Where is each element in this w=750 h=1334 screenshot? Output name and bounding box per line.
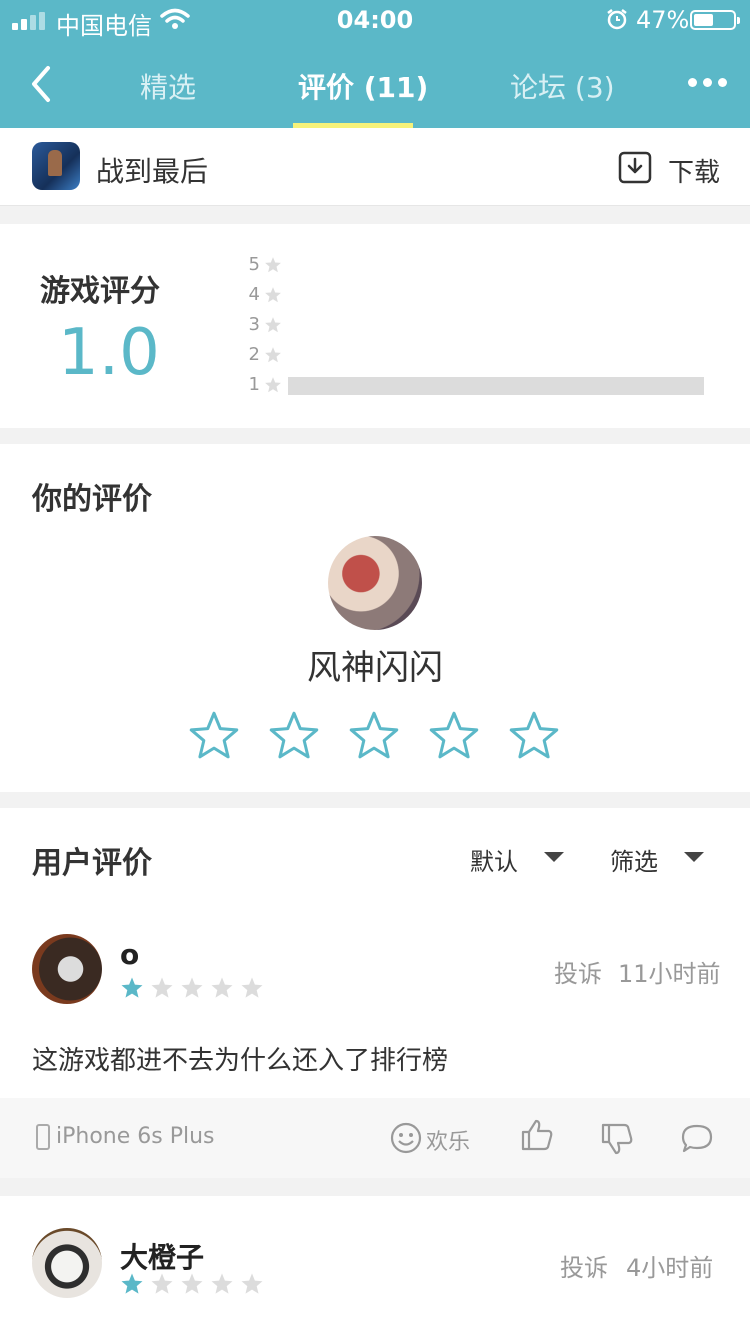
star-icon bbox=[121, 1273, 143, 1294]
reviewer-name[interactable]: 大橙子 bbox=[120, 1236, 204, 1276]
reviewer-name[interactable]: o bbox=[120, 938, 139, 971]
filter-dropdown[interactable]: 筛选 bbox=[610, 842, 658, 877]
more-icon[interactable] bbox=[688, 78, 728, 88]
star-icon bbox=[241, 977, 263, 998]
rate-star-icon[interactable] bbox=[188, 710, 240, 762]
star-icon bbox=[241, 1273, 263, 1294]
game-rating-card: 游戏评分 1.0 5 4 3 2 1 bbox=[0, 224, 750, 428]
star-icon bbox=[265, 347, 281, 363]
app-icon[interactable] bbox=[32, 142, 80, 190]
rate-star-icon[interactable] bbox=[348, 710, 400, 762]
battery-icon bbox=[690, 10, 740, 30]
your-review-card: 你的评价 风神闪闪 bbox=[0, 444, 750, 792]
avatar[interactable] bbox=[32, 1228, 102, 1298]
rating-score: 1.0 bbox=[58, 316, 160, 390]
device-label: iPhone 6s Plus bbox=[56, 1124, 215, 1149]
rate-star-icon[interactable] bbox=[428, 710, 480, 762]
smile-icon bbox=[390, 1122, 422, 1154]
back-icon[interactable] bbox=[26, 64, 56, 104]
comment-icon[interactable] bbox=[680, 1122, 714, 1156]
histogram-star-count: 5 bbox=[248, 254, 260, 275]
tab-featured[interactable]: 精选 bbox=[140, 66, 196, 106]
tab-forum[interactable]: 论坛 (3) bbox=[510, 66, 615, 106]
thumbs-down-icon[interactable] bbox=[600, 1122, 634, 1156]
nav-bar: 精选 评价 (11) 论坛 (3) bbox=[0, 40, 750, 128]
user-reviews-section: 用户评价 默认 筛选 o 投诉 11小时前 这游戏都进不去为什么还入了排行榜 i… bbox=[0, 808, 750, 1334]
review-time: 11小时前 bbox=[618, 960, 721, 988]
tab-reviews[interactable]: 评价 (11) bbox=[298, 66, 428, 106]
review-stars bbox=[120, 976, 270, 1000]
battery-percent: 47% bbox=[636, 6, 690, 34]
app-name[interactable]: 战到最后 bbox=[96, 150, 208, 190]
download-icon[interactable] bbox=[618, 150, 652, 184]
mood-label: 欢乐 bbox=[426, 1130, 471, 1155]
avatar bbox=[328, 536, 422, 630]
username: 风神闪闪 bbox=[307, 648, 443, 688]
review-stars bbox=[120, 1272, 270, 1296]
star-icon bbox=[151, 977, 173, 998]
review-text: 这游戏都进不去为什么还入了排行榜 bbox=[32, 1046, 449, 1076]
histogram-star-count: 2 bbox=[248, 344, 260, 365]
star-icon bbox=[265, 257, 281, 273]
filter-chevron-down-icon[interactable] bbox=[684, 852, 704, 862]
star-icon bbox=[265, 287, 281, 303]
download-button[interactable]: 下载 bbox=[668, 152, 720, 189]
histogram-star-count: 4 bbox=[248, 284, 260, 305]
review-footer: iPhone 6s Plus 欢乐 bbox=[0, 1098, 750, 1178]
star-icon bbox=[181, 1273, 203, 1294]
report-button[interactable]: 投诉 bbox=[560, 1248, 608, 1283]
thumbs-up-icon[interactable] bbox=[520, 1118, 554, 1152]
app-header: 战到最后 下载 bbox=[0, 128, 750, 206]
star-icon bbox=[181, 977, 203, 998]
histogram-bar bbox=[288, 377, 704, 395]
your-review-title: 你的评价 bbox=[32, 482, 152, 517]
phone-icon bbox=[36, 1124, 50, 1150]
rating-label: 游戏评分 bbox=[40, 274, 160, 309]
rate-star-icon[interactable] bbox=[508, 710, 560, 762]
star-icon bbox=[265, 317, 281, 333]
rate-star-icon[interactable] bbox=[268, 710, 320, 762]
divider bbox=[0, 1178, 750, 1196]
star-icon bbox=[211, 1273, 233, 1294]
sort-chevron-down-icon[interactable] bbox=[544, 852, 564, 862]
rate-stars bbox=[188, 710, 568, 762]
star-icon bbox=[211, 977, 233, 998]
star-icon bbox=[265, 377, 281, 393]
sort-dropdown[interactable]: 默认 bbox=[470, 842, 518, 877]
alarm-icon bbox=[607, 9, 627, 30]
report-button[interactable]: 投诉 bbox=[554, 954, 602, 989]
histogram-star-count: 1 bbox=[248, 374, 260, 395]
star-icon bbox=[121, 977, 143, 998]
status-bar: 中国电信 04:00 47% bbox=[0, 0, 750, 40]
top-bar: 中国电信 04:00 47% 精选 评价 (11) 论坛 (3) bbox=[0, 0, 750, 128]
star-icon bbox=[151, 1273, 173, 1294]
histogram-star-count: 3 bbox=[248, 314, 260, 335]
avatar[interactable] bbox=[32, 934, 102, 1004]
review-time: 4小时前 bbox=[626, 1254, 714, 1282]
user-reviews-title: 用户评价 bbox=[32, 846, 152, 881]
